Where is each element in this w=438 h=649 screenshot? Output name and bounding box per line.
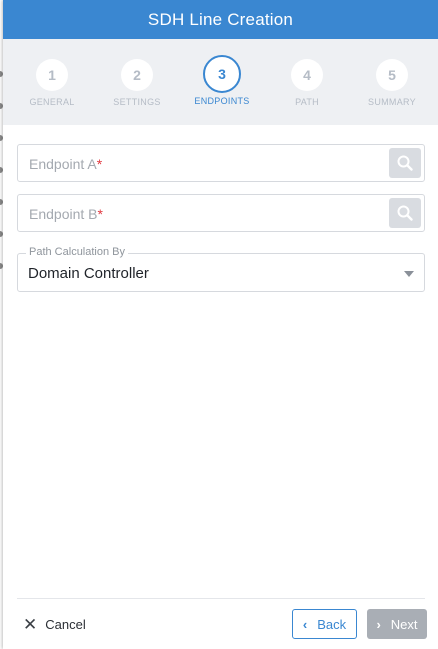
step-label: SUMMARY <box>368 97 416 107</box>
step-number: 4 <box>291 59 323 91</box>
path-calculation-value: Domain Controller <box>28 265 149 282</box>
step-endpoints[interactable]: 3 ENDPOINTS <box>182 55 262 106</box>
step-number: 3 <box>203 55 241 93</box>
back-label: Back <box>317 616 347 632</box>
cancel-button[interactable]: ✕ Cancel <box>23 614 86 634</box>
close-icon: ✕ <box>23 614 38 634</box>
back-button[interactable]: ‹ Back <box>292 609 357 639</box>
step-label: PATH <box>295 97 319 107</box>
step-number: 2 <box>121 59 153 91</box>
chevron-down-icon[interactable] <box>404 271 414 277</box>
endpoint-a-label: Endpoint A <box>29 156 97 172</box>
dialog-header: SDH Line Creation <box>3 0 438 39</box>
endpoint-b-search-button[interactable] <box>389 198 421 228</box>
next-button[interactable]: › Next <box>367 609 427 639</box>
cancel-label: Cancel <box>45 616 86 632</box>
search-icon <box>397 205 413 221</box>
step-number: 5 <box>376 59 408 91</box>
next-label: Next <box>390 616 418 632</box>
chevron-right-icon: › <box>376 616 381 632</box>
path-calculation-label: Path Calculation By <box>26 246 128 258</box>
path-calculation-select[interactable]: Path Calculation By Domain Controller <box>17 246 425 292</box>
required-asterisk: * <box>97 206 103 222</box>
endpoint-b-field[interactable]: Endpoint B* <box>17 194 425 232</box>
step-label: ENDPOINTS <box>194 96 250 106</box>
step-general[interactable]: 1 GENERAL <box>12 59 92 107</box>
step-summary[interactable]: 5 SUMMARY <box>352 59 432 107</box>
endpoint-a-placeholder: Endpoint A* <box>29 156 102 172</box>
chevron-left-icon: ‹ <box>302 616 308 632</box>
step-path[interactable]: 4 PATH <box>267 59 347 107</box>
endpoint-b-placeholder: Endpoint B* <box>29 206 103 222</box>
dialog-title: SDH Line Creation <box>147 9 294 29</box>
step-settings[interactable]: 2 SETTINGS <box>97 59 177 107</box>
required-asterisk: * <box>96 156 103 172</box>
footer-divider <box>17 598 425 599</box>
step-number: 1 <box>36 59 68 91</box>
endpoint-b-label: Endpoint B <box>29 206 98 222</box>
wizard-stepper: 1 GENERAL 2 SETTINGS 3 ENDPOINTS 4 PATH … <box>3 39 438 125</box>
endpoint-a-field[interactable]: Endpoint A* <box>17 144 425 182</box>
step-label: SETTINGS <box>113 97 161 107</box>
endpoint-a-search-button[interactable] <box>389 148 421 178</box>
sdh-line-creation-dialog: SDH Line Creation 1 GENERAL 2 SETTINGS 3… <box>3 0 438 649</box>
step-label: GENERAL <box>29 97 75 107</box>
search-icon <box>397 155 413 171</box>
